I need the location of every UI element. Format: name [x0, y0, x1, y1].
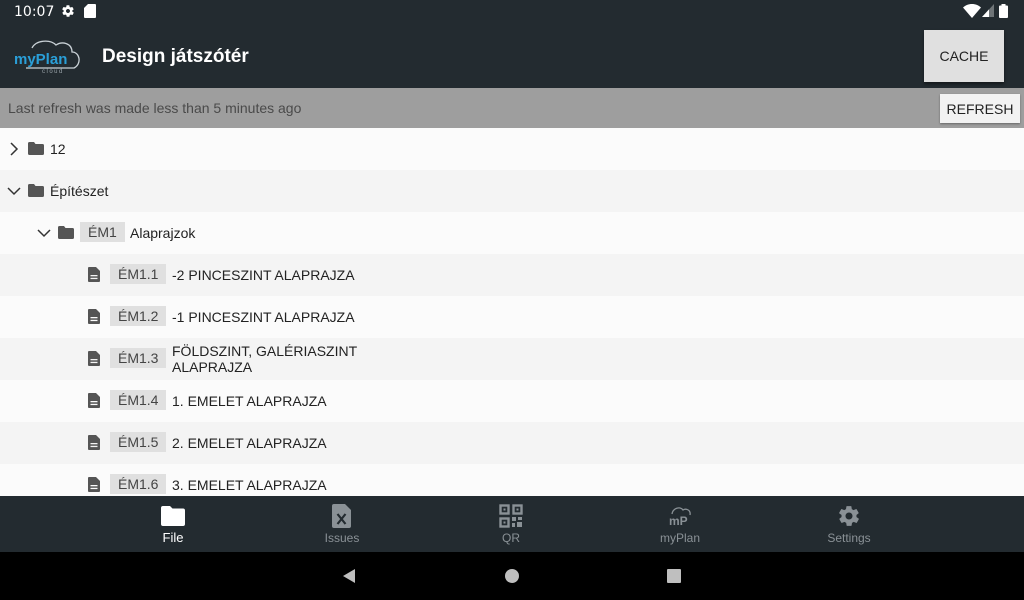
document-icon [88, 309, 100, 324]
document-icon [88, 351, 100, 366]
document-title-line2: ALAPRAJZA [172, 359, 253, 375]
tab-issues-label: Issues [324, 531, 360, 545]
refresh-button[interactable]: REFRESH [940, 94, 1020, 123]
document-icon [88, 477, 100, 492]
screen: 10:07 myPlan cloud Design játszótér CACH… [0, 0, 1024, 600]
tree-document-row[interactable]: ÉM1.6 3. EMELET ALAPRAJZA [0, 464, 1024, 496]
settings-notification-icon [62, 5, 74, 17]
myplan-logo: myPlan cloud [14, 40, 80, 74]
status-bar: 10:07 [0, 0, 1024, 24]
tree-document-row[interactable]: ÉM1.3 FÖLDSZINT, GALÉRIASZINT ALAPRAJZA [0, 338, 1024, 380]
tab-issues[interactable]: Issues [282, 496, 402, 552]
bottom-navigation: File Issues QR mP myPlan Settings [0, 496, 1024, 552]
svg-text:mP: mP [669, 514, 688, 528]
home-icon[interactable] [502, 566, 522, 586]
tree-folder-label: Alaprajzok [130, 225, 196, 241]
document-icon [88, 393, 100, 408]
tree-folder-label: 12 [50, 141, 66, 157]
qr-code-icon [499, 504, 523, 528]
tab-qr[interactable]: QR [451, 496, 571, 552]
status-time: 10:07 [14, 4, 55, 20]
chevron-right-icon[interactable] [7, 142, 21, 156]
chevron-down-icon[interactable] [7, 184, 21, 198]
tree-document-row[interactable]: ÉM1.5 2. EMELET ALAPRAJZA [0, 422, 1024, 464]
excel-file-icon [332, 504, 351, 528]
refresh-status-text: Last refresh was made less than 5 minute… [8, 100, 302, 116]
document-title: 1. EMELET ALAPRAJZA [172, 393, 327, 409]
sd-card-icon [84, 4, 96, 18]
document-code-badge: ÉM1.6 [110, 474, 167, 494]
document-title: 2. EMELET ALAPRAJZA [172, 435, 327, 451]
app-bar: myPlan cloud Design játszótér CACHE [0, 24, 1024, 88]
file-tree: 12 Építészet ÉM1 Alaprajzok ÉM1.1 -2 PIN… [0, 128, 1024, 496]
folder-icon [28, 142, 44, 155]
folder-icon [28, 184, 44, 197]
page-title: Design játszótér [102, 46, 249, 67]
tree-folder-label: Építészet [50, 183, 109, 199]
cache-button[interactable]: CACHE [924, 30, 1004, 82]
document-code-badge: ÉM1.4 [110, 390, 167, 410]
logo-subtext: cloud [42, 69, 64, 74]
battery-icon [999, 4, 1008, 18]
tab-file-label: File [162, 530, 184, 545]
tab-myplan-label: myPlan [659, 531, 700, 545]
document-icon [88, 267, 100, 282]
tree-document-row[interactable]: ÉM1.1 -2 PINCESZINT ALAPRAJZA [0, 254, 1024, 296]
folder-icon [161, 506, 185, 526]
document-code-badge: ÉM1.2 [110, 306, 167, 326]
document-code-badge: ÉM1.5 [110, 432, 167, 452]
chevron-down-icon[interactable] [37, 226, 51, 240]
document-title: 3. EMELET ALAPRAJZA [172, 477, 327, 493]
tab-qr-label: QR [502, 531, 520, 545]
tree-document-row[interactable]: ÉM1.2 -1 PINCESZINT ALAPRAJZA [0, 296, 1024, 338]
folder-code-badge: ÉM1 [80, 222, 125, 242]
tab-settings-label: Settings [827, 531, 871, 545]
tree-document-row[interactable]: ÉM1.4 1. EMELET ALAPRAJZA [0, 380, 1024, 422]
tab-settings[interactable]: Settings [789, 496, 909, 552]
document-title: -2 PINCESZINT ALAPRAJZA [172, 267, 355, 283]
refresh-bar: Last refresh was made less than 5 minute… [0, 88, 1024, 128]
signal-icon [982, 4, 994, 17]
myplan-cloud-icon: mP [669, 507, 691, 528]
tree-folder-row[interactable]: 12 [0, 128, 1024, 170]
logo-text: myPlan [14, 51, 67, 68]
document-title-line1: FÖLDSZINT, GALÉRIASZINT [172, 343, 358, 359]
tab-file[interactable]: File [113, 496, 233, 552]
system-navigation-bar [0, 552, 1024, 600]
gear-icon [839, 506, 859, 526]
document-icon [88, 435, 100, 450]
wifi-icon [963, 4, 981, 18]
tab-myplan[interactable]: mP myPlan [620, 496, 740, 552]
tree-folder-row[interactable]: ÉM1 Alaprajzok [0, 212, 1024, 254]
tree-folder-row[interactable]: Építészet [0, 170, 1024, 212]
document-code-badge: ÉM1.1 [110, 264, 167, 284]
recents-icon[interactable] [664, 566, 684, 586]
document-code-badge: ÉM1.3 [110, 348, 167, 368]
document-title: -1 PINCESZINT ALAPRAJZA [172, 309, 355, 325]
folder-icon [58, 226, 74, 239]
back-icon[interactable] [339, 566, 359, 586]
